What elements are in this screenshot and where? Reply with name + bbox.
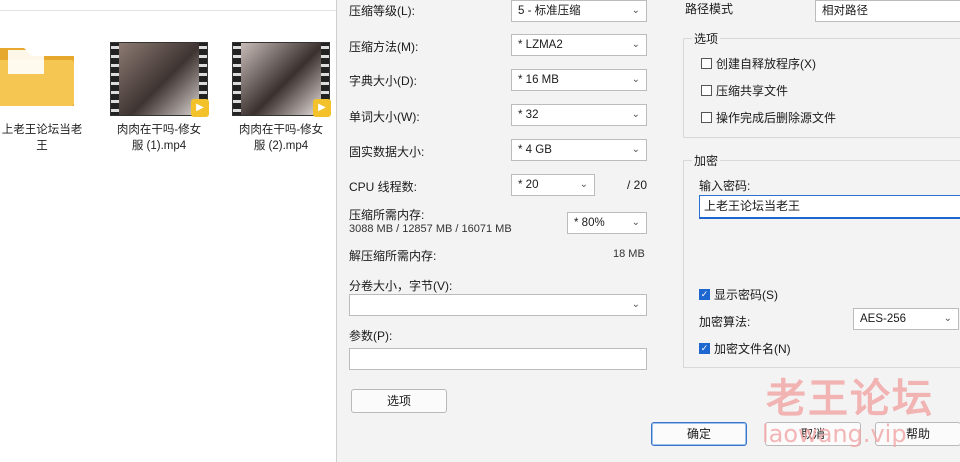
memory-usage-select[interactable]: * 80% ⌄ (567, 212, 647, 234)
checkbox-box (701, 58, 712, 69)
path-mode-select[interactable]: 相对路径 (815, 0, 960, 22)
watermark-logo-text: 老王论坛 (766, 376, 934, 422)
encryption-method-select[interactable]: AES-256 ⌄ (853, 308, 959, 330)
compression-level-label: 压缩等级(L): (349, 4, 416, 18)
password-input[interactable]: 上老王论坛当老王 (699, 195, 960, 219)
options-group-title: 选项 (692, 30, 721, 47)
split-volume-select[interactable]: ⌄ (349, 294, 647, 316)
video-file-item[interactable]: ▶ 肉肉在干吗-修女 服 (2).mp4 (226, 0, 338, 170)
video-thumbnail: ▶ (232, 42, 331, 117)
word-size-select[interactable]: * 32 ⌄ (511, 104, 647, 126)
watermark-url-text: laowang.vip (762, 420, 907, 448)
solid-block-label: 固实数据大小: (349, 145, 425, 159)
solid-block-select[interactable]: * 4 GB ⌄ (511, 139, 647, 161)
chevron-down-icon: ⌄ (631, 299, 640, 310)
parameters-label: 参数(P): (349, 329, 393, 343)
compression-method-label: 压缩方法(M): (349, 40, 419, 54)
memory-decompress-label: 解压缩所需内存: (349, 249, 437, 263)
memory-decompress-value: 18 MB (613, 248, 645, 260)
encryption-group-title: 加密 (692, 152, 721, 169)
chevron-down-icon: ⌄ (631, 144, 640, 155)
password-label: 输入密码: (699, 179, 751, 193)
create-sfx-checkbox[interactable]: 创建自释放程序(X) (701, 55, 816, 72)
delete-after-checkbox[interactable]: 操作完成后删除源文件 (701, 109, 836, 126)
chevron-down-icon: ⌄ (943, 313, 952, 324)
path-mode-label: 路径模式 (685, 2, 734, 16)
video-thumbnail: ▶ (110, 42, 209, 117)
ok-button[interactable]: 确定 (651, 422, 747, 446)
show-password-checkbox[interactable]: ✓ 显示密码(S) (699, 286, 778, 303)
dictionary-size-select[interactable]: * 16 MB ⌄ (511, 69, 647, 91)
chevron-down-icon: ⌄ (631, 109, 640, 120)
split-volume-label: 分卷大小，字节(V): (349, 279, 453, 293)
folder-icon (0, 48, 74, 106)
folder-item[interactable]: 上老王论坛当老 王 (0, 34, 92, 164)
checkbox-box (701, 112, 712, 123)
chevron-down-icon: ⌄ (631, 5, 640, 16)
cpu-threads-select[interactable]: * 20 ⌄ (511, 174, 595, 196)
dictionary-size-label: 字典大小(D): (349, 74, 417, 88)
memory-compress-detail: 3088 MB / 12857 MB / 16071 MB (349, 223, 512, 235)
cpu-threads-total: / 20 (627, 178, 648, 192)
compress-shared-checkbox[interactable]: 压缩共享文件 (701, 82, 788, 99)
compression-level-select[interactable]: 5 - 标准压缩 ⌄ (511, 0, 647, 22)
chevron-down-icon: ⌄ (631, 39, 640, 50)
chevron-down-icon: ⌄ (631, 217, 640, 228)
encryption-method-label: 加密算法: (699, 315, 751, 329)
file-name: 肉肉在干吗-修女 服 (1).mp4 (116, 124, 202, 152)
play-badge-icon: ▶ (191, 99, 209, 117)
encrypt-names-checkbox[interactable]: ✓ 加密文件名(N) (699, 340, 791, 357)
checkmark-icon: ✓ (699, 289, 710, 300)
parameters-input[interactable] (349, 348, 647, 370)
play-badge-icon: ▶ (313, 99, 331, 117)
compression-method-select[interactable]: * LZMA2 ⌄ (511, 34, 647, 56)
word-size-label: 单词大小(W): (349, 110, 420, 124)
checkmark-icon: ✓ (699, 343, 710, 354)
checkbox-box (701, 85, 712, 96)
cpu-threads-label: CPU 线程数: (349, 180, 418, 194)
file-explorer: 上老王论坛当老 王 ▶ 肉肉在干吗-修女 服 (1).mp4 ▶ 肉肉在干吗-修… (0, 0, 336, 462)
chevron-down-icon: ⌄ (631, 74, 640, 85)
chevron-down-icon: ⌄ (579, 179, 588, 190)
file-name: 上老王论坛当老 王 (1, 124, 83, 152)
options-button[interactable]: 选项 (351, 389, 447, 413)
video-file-item[interactable]: ▶ 肉肉在干吗-修女 服 (1).mp4 (104, 0, 216, 170)
memory-compress-label: 压缩所需内存: (349, 208, 425, 222)
file-name: 肉肉在干吗-修女 服 (2).mp4 (238, 124, 324, 152)
